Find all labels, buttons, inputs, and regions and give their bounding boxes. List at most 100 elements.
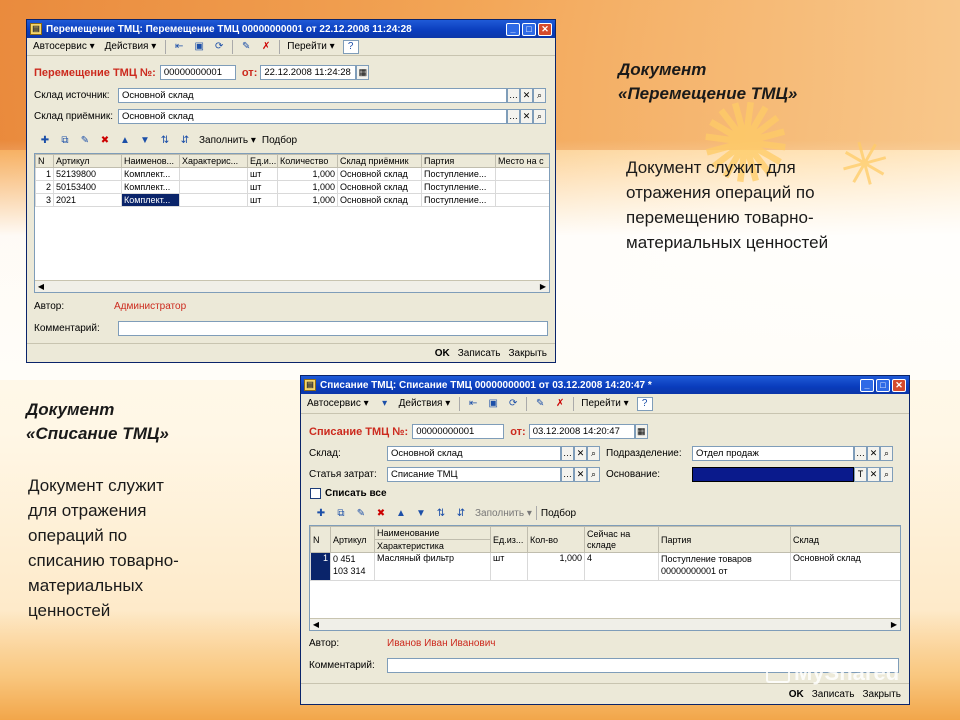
column-header[interactable]: Наименование: [374, 526, 491, 540]
column-header[interactable]: Артикул: [53, 154, 122, 168]
close-icon[interactable]: ✕: [538, 22, 552, 36]
cell-selected[interactable]: Комплект...: [121, 193, 180, 207]
ellipsis-icon[interactable]: …: [507, 109, 520, 124]
move-up-icon[interactable]: ▲: [393, 506, 409, 520]
column-header[interactable]: N: [310, 526, 331, 553]
cell[interactable]: [495, 167, 549, 181]
ellipsis-icon[interactable]: …: [507, 88, 520, 103]
unpost-doc-icon[interactable]: ✗: [552, 397, 568, 411]
cell[interactable]: шт: [247, 180, 278, 194]
cell[interactable]: Поступление...: [421, 167, 496, 181]
column-header[interactable]: Сейчас на складе: [584, 526, 659, 553]
close-button[interactable]: Закрыть: [504, 347, 551, 360]
fill-button[interactable]: Заполнить ▾: [475, 508, 532, 519]
ok-button[interactable]: OK: [431, 347, 454, 360]
doc-number-field[interactable]: 00000000001: [159, 65, 236, 80]
delete-row-icon[interactable]: ✖: [97, 133, 113, 147]
cell[interactable]: Основной склад: [337, 193, 422, 207]
window-writeoff-titlebar[interactable]: ▤ Списание ТМЦ: Списание ТМЦ 00000000001…: [301, 376, 909, 394]
fill-button[interactable]: Заполнить ▾: [199, 135, 256, 146]
scroll-left-icon[interactable]: ◀: [35, 281, 47, 292]
ellipsis-icon[interactable]: …: [854, 446, 867, 461]
division-field[interactable]: Отдел продаж: [692, 446, 854, 461]
cell-selected[interactable]: 1: [310, 552, 331, 581]
maximize-icon[interactable]: □: [876, 378, 890, 392]
search-icon[interactable]: ⌕: [880, 446, 893, 461]
horizontal-scrollbar[interactable]: ◀ ▶: [35, 280, 549, 292]
doc-view-icon[interactable]: ▣: [485, 397, 501, 411]
minimize-icon[interactable]: _: [506, 22, 520, 36]
minimize-icon[interactable]: _: [860, 378, 874, 392]
cell[interactable]: Основной склад: [790, 552, 900, 581]
move-down-icon[interactable]: ▼: [137, 133, 153, 147]
sort-desc-icon[interactable]: ⇵: [453, 506, 469, 520]
add-row-icon[interactable]: ✚: [37, 133, 53, 147]
unpost-doc-icon[interactable]: ✗: [258, 40, 274, 54]
ok-button[interactable]: OK: [785, 688, 808, 701]
search-icon[interactable]: ⌕: [587, 446, 600, 461]
clear-icon[interactable]: ✕: [574, 446, 587, 461]
horizontal-scrollbar[interactable]: ◀ ▶: [310, 618, 900, 630]
search-icon[interactable]: ⌕: [880, 467, 893, 482]
basis-field[interactable]: [692, 467, 854, 482]
help-icon[interactable]: ?: [342, 39, 359, 54]
date-field[interactable]: 03.12.2008 14:20:47: [528, 424, 635, 439]
cell[interactable]: 3: [35, 193, 54, 207]
search-icon[interactable]: ⌕: [533, 88, 546, 103]
column-header[interactable]: Кол-во: [527, 526, 585, 553]
cell[interactable]: Масляный фильтр: [374, 552, 491, 581]
column-header[interactable]: Склад приёмник: [337, 154, 422, 168]
move-up-icon[interactable]: ▲: [117, 133, 133, 147]
doc-view-icon[interactable]: ▣: [191, 40, 207, 54]
source-field[interactable]: Основной склад: [118, 88, 507, 103]
edit-row-icon[interactable]: ✎: [353, 506, 369, 520]
dest-field[interactable]: Основной склад: [118, 109, 507, 124]
column-header[interactable]: Характеристика: [374, 539, 491, 553]
column-header[interactable]: Ед.и...: [247, 154, 278, 168]
cell[interactable]: шт: [490, 552, 528, 581]
cell[interactable]: Комплект...: [121, 167, 180, 181]
cell[interactable]: 1: [35, 167, 54, 181]
cell[interactable]: Основной склад: [337, 167, 422, 181]
menu-goto[interactable]: Перейти ▾: [577, 397, 632, 410]
window-move-titlebar[interactable]: ▤ Перемещение ТМЦ: Перемещение ТМЦ 00000…: [27, 20, 555, 38]
cell[interactable]: [495, 180, 549, 194]
table-row[interactable]: 3 2021 Комплект... шт 1,000 Основной скл…: [35, 193, 549, 207]
column-header[interactable]: Партия: [421, 154, 496, 168]
cell[interactable]: шт: [247, 193, 278, 207]
help-icon[interactable]: ?: [636, 396, 653, 411]
close-icon[interactable]: ✕: [892, 378, 906, 392]
search-icon[interactable]: ⌕: [587, 467, 600, 482]
dropdown-icon[interactable]: ▾: [377, 397, 393, 411]
clear-icon[interactable]: ✕: [520, 88, 533, 103]
select-button[interactable]: Подбор: [262, 135, 297, 146]
menu-autoservice[interactable]: Автосервис ▾: [29, 40, 99, 53]
column-header[interactable]: Наименов...: [121, 154, 180, 168]
type-icon[interactable]: T: [854, 467, 867, 482]
cell[interactable]: 2021: [53, 193, 122, 207]
search-icon[interactable]: ⌕: [533, 109, 546, 124]
menu-goto[interactable]: Перейти ▾: [283, 40, 338, 53]
close-button[interactable]: Закрыть: [858, 688, 905, 701]
cell[interactable]: 1,000: [277, 167, 338, 181]
date-field[interactable]: 22.12.2008 11:24:28: [260, 65, 357, 80]
cell[interactable]: Поступление...: [421, 180, 496, 194]
back-arrow-icon[interactable]: ⇤: [171, 40, 187, 54]
delete-row-icon[interactable]: ✖: [373, 506, 389, 520]
cell[interactable]: Поступление товаров 00000000001 от: [658, 552, 791, 581]
column-header[interactable]: Ед.из...: [490, 526, 528, 553]
table-row[interactable]: 1 0 451 103 314 Масляный фильтр шт 1,000…: [310, 552, 900, 581]
column-header[interactable]: Артикул: [330, 526, 375, 553]
cell[interactable]: 0 451 103 314: [330, 552, 375, 581]
cell[interactable]: 50153400: [53, 180, 122, 194]
cell[interactable]: 4: [584, 552, 659, 581]
cell[interactable]: Комплект...: [121, 180, 180, 194]
menu-actions[interactable]: Действия ▾: [395, 397, 455, 410]
save-button[interactable]: Записать: [454, 347, 505, 360]
column-header[interactable]: Характерис...: [179, 154, 248, 168]
add-row-icon[interactable]: ✚: [313, 506, 329, 520]
calendar-icon[interactable]: ▦: [356, 65, 370, 80]
menu-actions[interactable]: Действия ▾: [101, 40, 161, 53]
author-value[interactable]: Администратор: [114, 301, 186, 312]
calendar-icon[interactable]: ▦: [634, 424, 648, 439]
